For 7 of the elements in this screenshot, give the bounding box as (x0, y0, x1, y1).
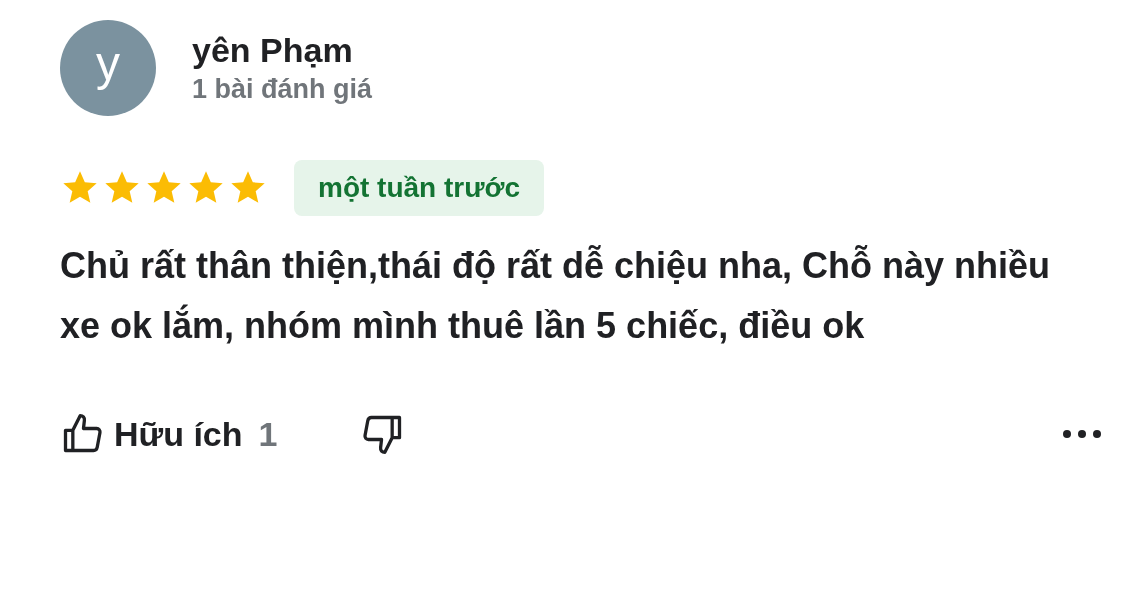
review-text: Chủ rất thân thiện,thái độ rất dễ chiệu nha, Chỗ này nhiều xe ok lắm, nhóm mình thuê lần 5 chiếc, điều ok (60, 244, 1052, 348)
reviewer-name[interactable]: yên Phạm (192, 31, 373, 70)
helpful-button[interactable]: Hữu ích 1 (60, 412, 278, 456)
review-count: 1 bài đánh giá (192, 74, 373, 105)
time-badge: một tuần trước (294, 160, 544, 216)
more-icon (1062, 428, 1102, 439)
avatar: y (60, 20, 156, 116)
